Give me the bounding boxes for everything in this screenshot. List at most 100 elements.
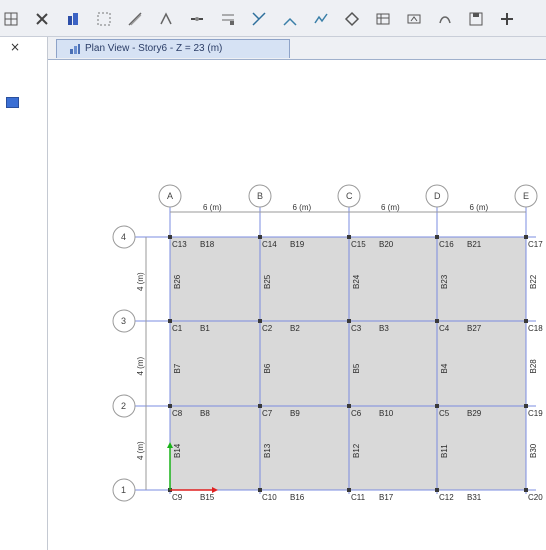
column-label-C19: C19 xyxy=(528,409,543,418)
column-marker-C16[interactable] xyxy=(435,235,439,239)
column-marker-C13[interactable] xyxy=(168,235,172,239)
column-marker-C11[interactable] xyxy=(347,488,351,492)
column-marker-C17[interactable] xyxy=(524,235,528,239)
column-label-C10: C10 xyxy=(262,493,277,502)
draw-icon[interactable] xyxy=(127,11,143,27)
slab-panel[interactable] xyxy=(437,406,526,490)
analysis-icon[interactable] xyxy=(406,11,422,27)
column-label-C14: C14 xyxy=(262,240,277,249)
grid-bubble-label: D xyxy=(434,191,441,201)
tab-plan-view[interactable]: Plan View - Story6 - Z = 23 (m) xyxy=(56,39,290,58)
close-icon[interactable] xyxy=(34,11,50,27)
slab-panel[interactable] xyxy=(260,321,349,406)
column-label-C16: C16 xyxy=(439,240,454,249)
column-marker-C5[interactable] xyxy=(435,404,439,408)
beam-label-B29: B29 xyxy=(467,409,482,418)
slab-panel[interactable] xyxy=(349,321,437,406)
slab-panel[interactable] xyxy=(170,321,260,406)
column-marker-C4[interactable] xyxy=(435,319,439,323)
column-label-C1: C1 xyxy=(172,324,183,333)
tree-node-icon[interactable] xyxy=(6,97,19,108)
slab-panel[interactable] xyxy=(349,237,437,321)
slab-panel[interactable] xyxy=(437,237,526,321)
beam-label-B12: B12 xyxy=(352,443,361,458)
column-label-C13: C13 xyxy=(172,240,187,249)
slab-panel[interactable] xyxy=(349,406,437,490)
column-marker-C12[interactable] xyxy=(435,488,439,492)
column-marker-C2[interactable] xyxy=(258,319,262,323)
beam-label-B20: B20 xyxy=(379,240,394,249)
model-explorer-panel: × xyxy=(0,37,47,550)
brace-icon[interactable] xyxy=(251,11,267,27)
beam-label-B10: B10 xyxy=(379,409,394,418)
beam-label-B19: B19 xyxy=(290,240,305,249)
load-icon[interactable] xyxy=(375,11,391,27)
grid-bubble-label: E xyxy=(523,191,529,201)
panel-close-button[interactable]: × xyxy=(10,40,20,54)
beam-label-B4: B4 xyxy=(440,363,449,373)
point-icon[interactable] xyxy=(220,11,236,27)
select-icon[interactable] xyxy=(96,11,112,27)
beam-label-B30: B30 xyxy=(529,443,538,458)
assign-icon[interactable] xyxy=(344,11,360,27)
beam-label-B25: B25 xyxy=(263,274,272,289)
column-label-C12: C12 xyxy=(439,493,454,502)
slab-panel[interactable] xyxy=(260,406,349,490)
column-label-C9: C9 xyxy=(172,493,183,502)
beam-label-B28: B28 xyxy=(529,359,538,374)
dimension-label-x: 6 (m) xyxy=(381,203,400,212)
column-label-C2: C2 xyxy=(262,324,273,333)
slab-panel[interactable] xyxy=(260,237,349,321)
grid-bubble-label: 1 xyxy=(121,485,126,495)
column-marker-C1[interactable] xyxy=(168,319,172,323)
save-icon[interactable] xyxy=(468,11,484,27)
beam-label-B15: B15 xyxy=(200,493,215,502)
tab-strip: Plan View - Story6 - Z = 23 (m) xyxy=(48,37,546,60)
beam-label-B11: B11 xyxy=(440,444,449,458)
column-marker-C8[interactable] xyxy=(168,404,172,408)
dimension-label-y: 4 (m) xyxy=(136,272,145,291)
beam-icon[interactable] xyxy=(189,11,205,27)
column-marker-C20[interactable] xyxy=(524,488,528,492)
beam-label-B26: B26 xyxy=(173,274,182,289)
building-icon[interactable] xyxy=(65,11,81,27)
column-marker-C15[interactable] xyxy=(347,235,351,239)
snap-icon[interactable] xyxy=(158,11,174,27)
beam-label-B22: B22 xyxy=(529,274,538,289)
slab-panel[interactable] xyxy=(170,237,260,321)
wall-icon[interactable] xyxy=(282,11,298,27)
beam-label-B6: B6 xyxy=(263,363,272,373)
column-label-C6: C6 xyxy=(351,409,362,418)
column-marker-C10[interactable] xyxy=(258,488,262,492)
dimension-label-x: 6 (m) xyxy=(293,203,312,212)
slab-panel[interactable] xyxy=(170,406,260,490)
toolbar xyxy=(0,0,546,37)
tab-label: Plan View - Story6 - Z = 23 (m) xyxy=(85,43,223,54)
column-label-C11: C11 xyxy=(351,493,366,502)
column-label-C5: C5 xyxy=(439,409,450,418)
column-label-C4: C4 xyxy=(439,324,450,333)
beam-label-B13: B13 xyxy=(263,443,272,458)
grid-bubble-label: 3 xyxy=(121,316,126,326)
grid-icon[interactable] xyxy=(3,11,19,27)
column-marker-C6[interactable] xyxy=(347,404,351,408)
column-marker-C18[interactable] xyxy=(524,319,528,323)
column-marker-C19[interactable] xyxy=(524,404,528,408)
grid-bubble-label: 2 xyxy=(121,401,126,411)
slab-panel[interactable] xyxy=(437,321,526,406)
plan-view-canvas[interactable]: A B C D E 4 3 2 1 6 (m) 6 (m) 6 (m) 6 (m) 4 (m) 4 (m) 4… xyxy=(48,60,546,550)
column-marker-C14[interactable] xyxy=(258,235,262,239)
dimension-label-x: 6 (m) xyxy=(203,203,222,212)
grid-bubble-label: C xyxy=(346,191,353,201)
beam-label-B14: B14 xyxy=(173,443,182,458)
column-marker-C3[interactable] xyxy=(347,319,351,323)
floor-icon[interactable] xyxy=(313,11,329,27)
beam-label-B16: B16 xyxy=(290,493,305,502)
add-icon[interactable] xyxy=(499,11,515,27)
column-label-C18: C18 xyxy=(528,324,543,333)
design-icon[interactable] xyxy=(437,11,453,27)
beam-label-B23: B23 xyxy=(440,274,449,289)
structural-plan[interactable]: A B C D E 4 3 2 1 6 (m) 6 (m) 6 (m) 6 (m) 4 (m) 4 (m) 4… xyxy=(48,60,546,550)
column-marker-C7[interactable] xyxy=(258,404,262,408)
dimension-label-x: 6 (m) xyxy=(470,203,489,212)
